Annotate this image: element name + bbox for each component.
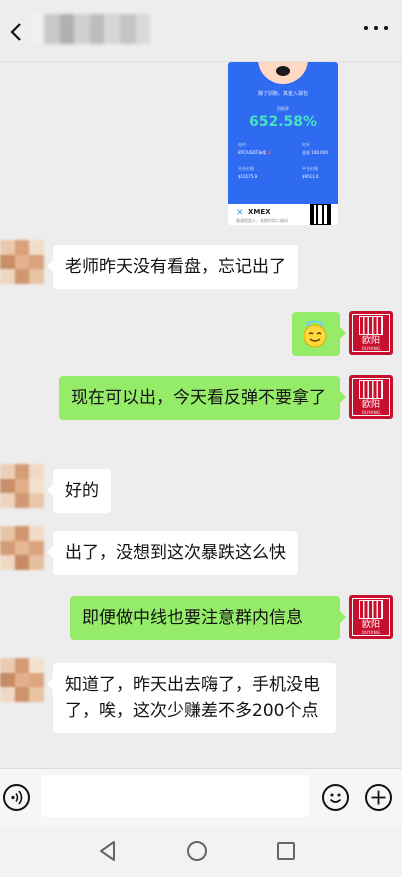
system-nav-bar [0,826,402,877]
nav-back-icon [100,841,115,861]
plus-icon [371,790,386,805]
message-bubble[interactable]: 即便做中线也要注意群内信息 [70,596,346,640]
back-button[interactable] [6,18,30,46]
nav-back-button[interactable] [98,840,118,862]
self-avatar[interactable]: 欧阳 OUYANG [349,595,393,639]
plus-button[interactable] [365,784,392,811]
return-rate: 652.58% [248,114,318,130]
nav-recent-icon[interactable] [277,842,295,860]
more-dots-icon [364,26,368,30]
emoji-icon [329,793,342,803]
input-bar [0,768,402,826]
message-input[interactable] [41,775,309,817]
avatar[interactable] [0,526,44,570]
voice-icon [11,790,23,805]
more-button[interactable] [364,26,388,34]
message-bubble[interactable]: 老师昨天没有看盘，忘记出了 [47,245,298,289]
qr-code [310,204,331,225]
self-avatar[interactable]: 欧阳 OUYANG [349,375,393,419]
message-bubble[interactable]: 知道了，昨天出去嗨了，手机没电了，唉，这次少赚差不多200个点 [47,663,336,733]
nav-home-icon[interactable] [187,841,207,861]
message-list[interactable]: 赚了别跑，真金入袋包 回报率 652.58% 合约 BTC/USDT永续 多 杠… [0,62,402,768]
self-avatar[interactable]: 欧阳 OUYANG [349,311,393,355]
halo-smile-emoji-icon [303,320,327,348]
avatar[interactable] [0,464,44,508]
xmex-logo-icon: ✕ [236,208,244,218]
avatar[interactable] [0,240,44,284]
cartoon-image [258,62,308,84]
message-bubble[interactable]: 现在可以出，今天看反弹不要拿了 [59,376,346,420]
emoji-button[interactable] [322,784,349,811]
avatar[interactable] [0,658,44,702]
message-bubble[interactable]: 出了，没想到这次暴跌这么快 [47,531,298,575]
chevron-left-icon [10,23,21,41]
emoji-message[interactable] [292,312,346,356]
message-bubble[interactable]: 好的 [47,469,111,513]
chat-header [0,0,402,62]
shared-image[interactable]: 赚了别跑，真金入袋包 回报率 652.58% 合约 BTC/USDT永续 多 杠… [228,62,338,225]
chat-title [32,14,150,44]
voice-button[interactable] [3,784,30,811]
